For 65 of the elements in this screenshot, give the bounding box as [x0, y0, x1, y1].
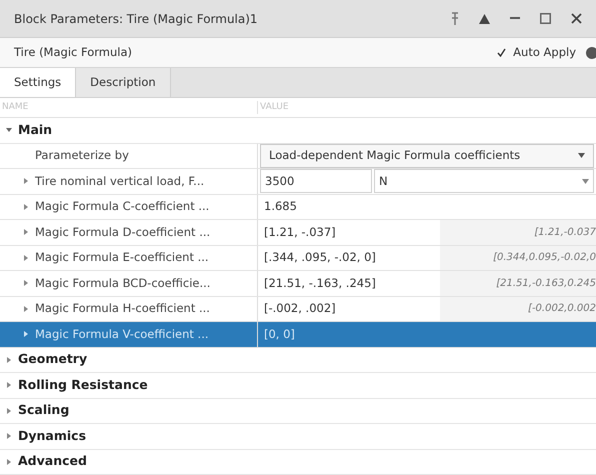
column-header: VALUE: [259, 100, 289, 114]
collapsed-icon[interactable]: [6, 458, 12, 465]
tab[interactable]: Description: [76, 68, 171, 97]
evaluated-value: [1.21,-0.037: [533, 226, 596, 240]
section-title: Scaling: [18, 401, 70, 420]
column-header: NAME: [0, 100, 258, 114]
parameter-row[interactable]: Parameterize by Load-dependent Magic Formula coefficients: [0, 144, 596, 169]
collapsed-icon[interactable]: [23, 254, 29, 261]
minimize-icon[interactable]: [510, 17, 520, 20]
parameter-row[interactable]: Magic Formula E-coefficient ... [.344, .095, -.02, 0] [0.344,0.095,-0.02,0: [0, 246, 596, 271]
value-field[interactable]: [-.002, .002]: [260, 296, 440, 321]
parameter-name: Parameterize by: [35, 147, 129, 164]
section-header[interactable]: Geometry: [0, 348, 596, 373]
value-field[interactable]: 3500: [260, 169, 372, 194]
collapsed-icon[interactable]: [23, 306, 29, 312]
parameter-name: Tire nominal vertical load, F...: [35, 172, 204, 190]
auto-apply-checkbox[interactable]: Auto Apply: [497, 44, 576, 62]
parameter-row[interactable]: Magic Formula D-coefficient ... [1.21, -.037] [1.21,-0.037: [0, 220, 596, 246]
parameter-row[interactable]: Magic Formula H-coefficient ... [-.002, .002] [-0.002,0.002: [0, 296, 596, 322]
unit-dropdown[interactable]: N: [374, 169, 594, 194]
collapsed-icon[interactable]: [23, 331, 29, 338]
collapsed-icon[interactable]: [6, 433, 12, 440]
parameter-dropdown[interactable]: Load-dependent Magic Formula coefficients: [260, 144, 594, 168]
section-title: Main: [18, 120, 52, 139]
collapsed-icon[interactable]: [6, 408, 12, 414]
parameter-row[interactable]: Tire nominal vertical load, F... 3500 N: [0, 169, 596, 194]
collapsed-icon[interactable]: [23, 178, 29, 184]
collapsed-icon[interactable]: [23, 229, 29, 236]
section-title: Advanced: [18, 452, 87, 470]
section-header[interactable]: Scaling: [0, 398, 596, 424]
section-title: Rolling Resistance: [18, 376, 148, 394]
collapsed-icon[interactable]: [6, 356, 12, 363]
value-field[interactable]: [1.21, -.037]: [260, 220, 440, 244]
help-icon[interactable]: [586, 46, 596, 58]
section-title: Dynamics: [18, 426, 86, 445]
parameter-name: Magic Formula C-coefficient ...: [35, 198, 210, 216]
collapsed-icon[interactable]: [23, 280, 29, 286]
evaluated-value: [-0.002,0.002: [527, 302, 596, 316]
tab[interactable]: Settings: [0, 68, 76, 97]
close-icon[interactable]: [571, 13, 582, 24]
section-title: Geometry: [18, 350, 88, 368]
value-field[interactable]: [21.51, -.163, .245]: [260, 271, 440, 296]
parameter-name: Magic Formula D-coefficient ...: [35, 224, 210, 241]
parameter-name: Magic Formula V-coefficient ...: [35, 326, 209, 343]
expanded-icon[interactable]: [6, 127, 12, 134]
section-header[interactable]: Advanced: [0, 450, 596, 475]
collapsed-icon[interactable]: [23, 204, 29, 210]
parameter-name: Magic Formula H-coefficient ...: [35, 300, 210, 318]
caret-icon: [578, 153, 585, 158]
pin-icon[interactable]: [451, 12, 459, 26]
window-title: Block Parameters: Tire (Magic Formula)1: [14, 10, 259, 28]
parameter-row[interactable]: Magic Formula V-coefficient ... [0, 0]: [0, 322, 596, 348]
parameter-row[interactable]: Magic Formula C-coefficient ... 1.685: [0, 194, 596, 220]
evaluated-value: [0.344,0.095,-0.02,0: [492, 251, 596, 266]
up-triangle-icon[interactable]: [479, 14, 490, 24]
parameter-name: Magic Formula E-coefficient ...: [35, 249, 209, 266]
parameter-name: Magic Formula BCD-coefficie...: [35, 274, 210, 292]
block-name: Tire (Magic Formula): [14, 44, 133, 61]
parameter-row[interactable]: Magic Formula BCD-coefficie... [21.51, -.163, .245] [21.51,-0.163,0.245: [0, 271, 596, 296]
evaluated-value: [21.51,-0.163,0.245: [495, 276, 596, 291]
checkmark-icon: [497, 48, 506, 57]
caret-icon: [582, 178, 589, 184]
value-field[interactable]: [.344, .095, -.02, 0]: [260, 246, 440, 270]
maximize-icon[interactable]: [540, 13, 551, 24]
collapsed-icon[interactable]: [6, 382, 12, 388]
